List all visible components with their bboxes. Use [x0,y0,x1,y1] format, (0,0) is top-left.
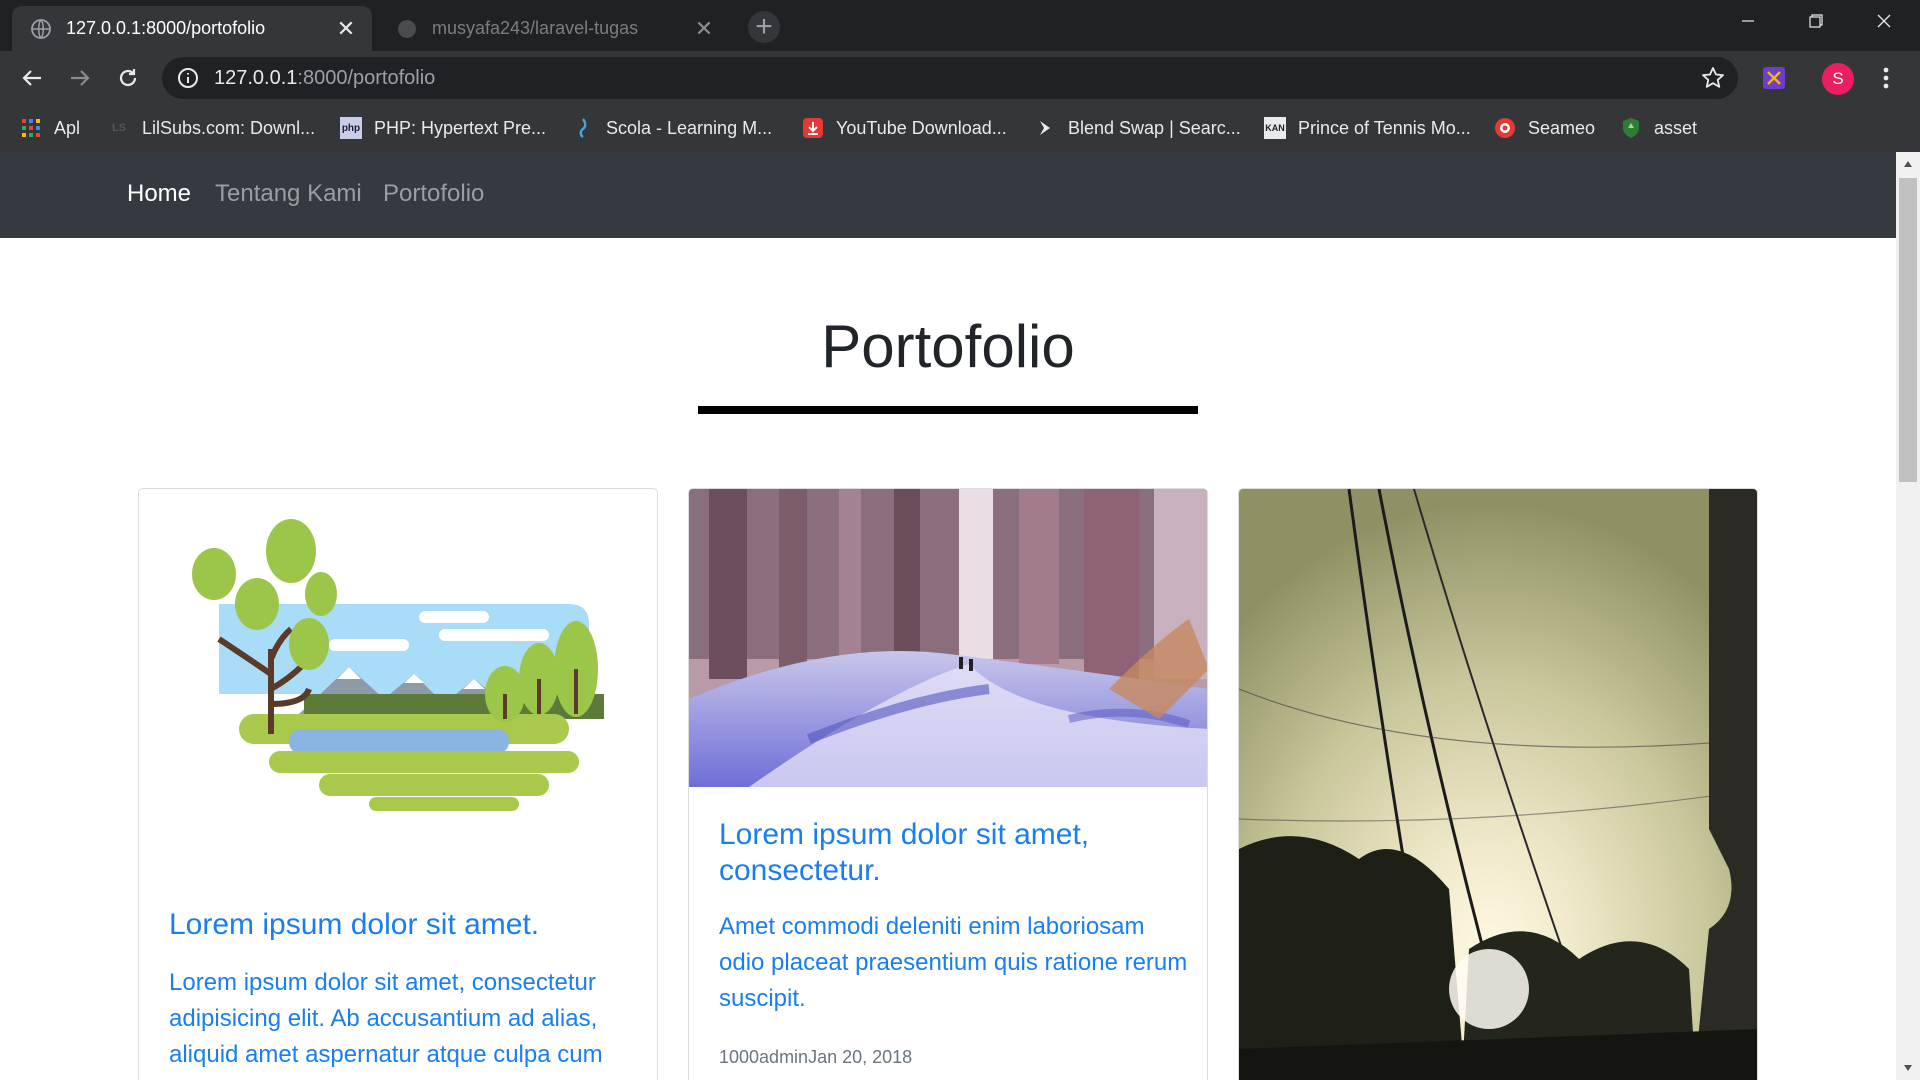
bookmark-prince-of-tennis[interactable]: KAN Prince of Tennis Mo... [1264,114,1471,142]
url-host: 127.0.0.1 [214,67,298,89]
url-path: :8000/portofolio [297,67,436,89]
page-scrollbar[interactable] [1896,152,1920,1080]
flat-landscape-illustration [139,489,657,877]
bookmark-label: LilSubs.com: Downl... [142,117,316,138]
tab-inactive[interactable]: musyafa243/laravel-tugas ✕ [378,6,730,51]
bookmark-scola[interactable]: Scola - Learning M... [572,114,772,142]
title-underline [698,406,1198,414]
site-navbar: Home Tentang Kami Portofolio [0,152,1896,238]
extension-icon[interactable] [1760,64,1788,92]
portfolio-card-1[interactable]: Lorem ipsum dolor sit amet. Lorem ipsum … [138,488,658,1080]
new-tab-button[interactable]: + [748,11,780,43]
scola-icon [572,117,594,139]
tab-title: musyafa243/laravel-tugas [432,18,639,38]
seameo-icon [1494,117,1516,139]
forward-arrow-icon[interactable] [62,60,98,96]
bookmark-label: Scola - Learning M... [606,117,773,138]
card-title[interactable]: Lorem ipsum dolor sit amet. [169,907,629,943]
lilsubs-icon: LS [111,122,127,134]
bookmark-label: PHP: Hypertext Pre... [374,117,547,138]
address-bar[interactable]: 127.0.0.1:8000/portofolio [162,57,1738,99]
bookmark-lilsubs[interactable]: LS LilSubs.com: Downl... [108,114,315,142]
profile-avatar[interactable]: S [1822,63,1854,95]
bookmark-youtube-download[interactable]: YouTube Download... [802,114,1007,142]
github-icon [396,18,418,40]
browser-tab-strip: 127.0.0.1:8000/portofolio ✕ musyafa243/l… [0,0,1920,51]
nav-link-portofolio[interactable]: Portofolio [383,180,484,208]
bookmark-seameo[interactable]: Seameo [1494,114,1595,142]
bookmark-label: YouTube Download... [836,117,1007,138]
browser-toolbar: 127.0.0.1:8000/portofolio S [0,51,1920,105]
scrollbar-thumb[interactable] [1899,178,1917,482]
nav-link-home[interactable]: Home [127,180,191,208]
portfolio-card-2[interactable]: Lorem ipsum dolor sit amet, consectetur.… [688,488,1208,1080]
php-icon: php [340,117,362,139]
bookmark-apps[interactable]: Apl [20,114,80,142]
bookmark-asset[interactable]: asset [1620,114,1697,142]
youtube-download-icon [802,117,824,139]
scroll-up-arrow-icon[interactable] [1896,152,1920,176]
scroll-down-arrow-icon[interactable] [1896,1056,1920,1080]
bookmark-blend-swap[interactable]: Blend Swap | Searc... [1034,114,1241,142]
bookmark-label: Prince of Tennis Mo... [1298,117,1471,138]
portfolio-card-3[interactable] [1238,488,1758,1080]
sunset-power-lines-photo [1239,489,1757,1080]
tab-active[interactable]: 127.0.0.1:8000/portofolio ✕ [12,6,372,51]
card-title[interactable]: Lorem ipsum dolor sit amet, consectetur. [719,817,1179,889]
info-icon[interactable] [176,66,200,90]
minimize-icon[interactable] [1714,0,1782,42]
snowy-forest-painting [689,489,1207,787]
card-text: Amet commodi deleniti enim laboriosam od… [719,913,1188,1012]
close-tab-icon[interactable]: ✕ [332,15,360,43]
back-arrow-icon[interactable] [14,60,50,96]
card-text: Lorem ipsum dolor sit amet, consectetur … [169,969,603,1068]
globe-icon [30,18,52,40]
card-meta: 1000adminJan 20, 2018 [719,1047,913,1067]
bookmark-label: Apl [54,117,81,138]
kantai-icon: KAN [1264,117,1286,139]
address-url: 127.0.0.1:8000/portofolio [214,67,435,90]
reload-icon[interactable] [110,60,146,96]
restore-icon[interactable] [1782,0,1850,42]
bookmark-label: Seameo [1528,117,1596,138]
nav-link-tentang-kami[interactable]: Tentang Kami [215,180,362,208]
page-title: Portofolio [821,313,1075,380]
bookmark-php[interactable]: php PHP: Hypertext Pre... [340,114,546,142]
tab-title: 127.0.0.1:8000/portofolio [66,18,266,38]
bookmark-star-icon[interactable] [1700,65,1726,91]
close-tab-icon[interactable]: ✕ [690,15,718,43]
asset-icon [1620,117,1642,139]
apps-grid-icon [20,117,42,139]
more-menu-icon[interactable] [1872,64,1900,92]
window-close-icon[interactable] [1850,0,1918,42]
page-viewport: Home Tentang Kami Portofolio Portofolio [0,152,1896,1080]
bookmarks-bar: Apl LS LilSubs.com: Downl... php PHP: Hy… [0,105,1920,152]
bookmark-label: asset [1654,117,1698,138]
bookmark-label: Blend Swap | Searc... [1068,117,1241,138]
blend-swap-icon [1034,117,1056,139]
